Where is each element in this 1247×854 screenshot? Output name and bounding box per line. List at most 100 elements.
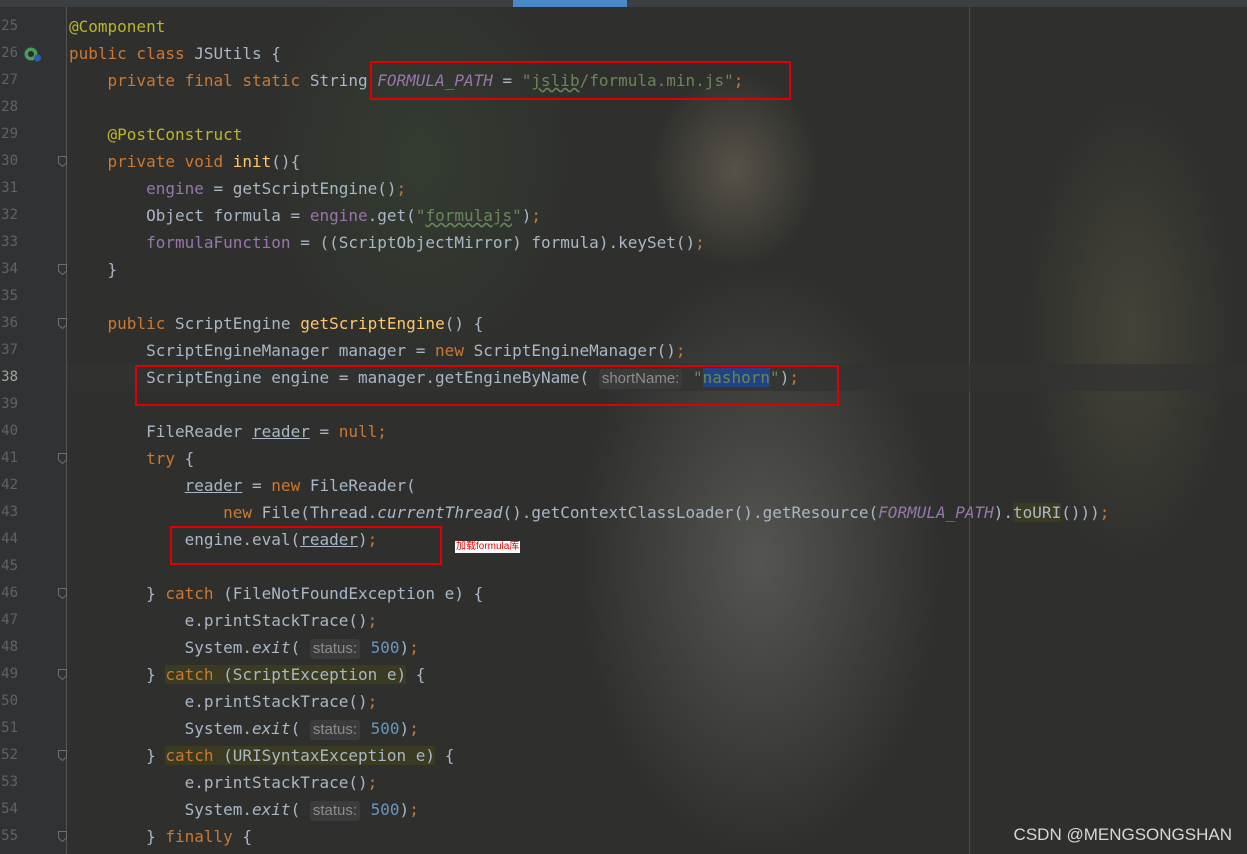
fold-marker-icon[interactable] bbox=[58, 264, 67, 275]
code-token: = bbox=[309, 422, 339, 441]
code-line[interactable]: 53 e.printStackTrace(); bbox=[0, 769, 1247, 796]
code-text[interactable]: } catch (URISyntaxException e) { bbox=[69, 742, 454, 769]
code-line[interactable]: 42 reader = new FileReader( bbox=[0, 472, 1247, 499]
code-text[interactable]: } catch (FileNotFoundException e) { bbox=[69, 580, 483, 607]
code-token: ; bbox=[409, 800, 419, 819]
code-text[interactable]: private void init(){ bbox=[69, 148, 301, 175]
code-token: } bbox=[69, 746, 166, 765]
code-text[interactable]: } bbox=[69, 256, 118, 283]
code-token: ) bbox=[399, 719, 410, 738]
code-line[interactable]: 36 public ScriptEngine getScriptEngine()… bbox=[0, 310, 1247, 337]
code-token: { bbox=[435, 746, 455, 765]
code-token: reader bbox=[184, 476, 243, 495]
code-token: @Component bbox=[69, 17, 166, 36]
code-token: toURI bbox=[1013, 503, 1062, 522]
code-text[interactable]: formulaFunction = ((ScriptObjectMirror) … bbox=[69, 229, 705, 256]
code-text[interactable]: engine = getScriptEngine(); bbox=[69, 175, 406, 202]
code-line[interactable]: 47 e.printStackTrace(); bbox=[0, 607, 1247, 634]
fold-marker-icon[interactable] bbox=[58, 750, 67, 761]
code-line[interactable]: 35 bbox=[0, 283, 1247, 310]
code-text[interactable]: @PostConstruct bbox=[69, 121, 243, 148]
code-text[interactable]: e.printStackTrace(); bbox=[69, 769, 378, 796]
code-token: { bbox=[406, 665, 426, 684]
code-token: exit bbox=[252, 638, 291, 657]
code-token: try bbox=[146, 449, 185, 468]
code-token: catch bbox=[165, 584, 224, 603]
code-token: } bbox=[69, 260, 118, 279]
code-line[interactable]: 40 FileReader reader = null; bbox=[0, 418, 1247, 445]
fold-marker-icon[interactable] bbox=[58, 669, 67, 680]
code-text[interactable]: System.exit( status: 500); bbox=[69, 715, 419, 742]
code-token: (){ bbox=[271, 152, 301, 171]
code-token: reader bbox=[252, 422, 310, 441]
code-text[interactable]: Object formula = engine.get("formulajs")… bbox=[69, 202, 541, 229]
code-line[interactable]: 37 ScriptEngineManager manager = new Scr… bbox=[0, 337, 1247, 364]
code-text[interactable]: public ScriptEngine getScriptEngine() { bbox=[69, 310, 484, 337]
line-number: 33 bbox=[1, 234, 18, 250]
code-text[interactable]: reader = new FileReader( bbox=[69, 472, 416, 499]
line-number: 31 bbox=[1, 180, 18, 196]
line-number: 30 bbox=[1, 153, 18, 169]
code-line[interactable]: 43 new File(Thread.currentThread().getCo… bbox=[0, 499, 1247, 526]
code-token: new bbox=[271, 476, 310, 495]
code-token: (ScriptException e) bbox=[213, 665, 407, 684]
code-token: exit bbox=[252, 800, 291, 819]
line-number: 37 bbox=[1, 342, 18, 358]
code-line[interactable]: 31 engine = getScriptEngine(); bbox=[0, 175, 1247, 202]
code-token: FORMULA_PATH bbox=[878, 503, 994, 522]
code-text[interactable]: public class JSUtils { bbox=[69, 40, 281, 67]
code-text[interactable]: FileReader reader = null; bbox=[69, 418, 387, 445]
code-token: { bbox=[242, 827, 253, 846]
spring-bean-icon[interactable] bbox=[23, 45, 43, 63]
code-token: ScriptEngineManager() bbox=[473, 341, 676, 360]
line-number: 41 bbox=[1, 450, 18, 466]
code-text[interactable]: e.printStackTrace(); bbox=[69, 688, 378, 715]
code-text[interactable]: System.exit( status: 500); bbox=[69, 796, 419, 823]
code-text[interactable]: e.printStackTrace(); bbox=[69, 607, 378, 634]
code-text[interactable]: } catch (ScriptException e) { bbox=[69, 661, 425, 688]
code-line[interactable]: 51 System.exit( status: 500); bbox=[0, 715, 1247, 742]
code-line[interactable]: 34 } bbox=[0, 256, 1247, 283]
code-token: ; bbox=[367, 611, 378, 630]
code-line[interactable]: 49 } catch (ScriptException e) { bbox=[0, 661, 1247, 688]
code-text[interactable]: } finally { bbox=[69, 823, 252, 850]
code-line[interactable]: 29 @PostConstruct bbox=[0, 121, 1247, 148]
code-text[interactable]: System.exit( status: 500); bbox=[69, 634, 419, 661]
fold-marker-icon[interactable] bbox=[58, 156, 67, 167]
code-text[interactable]: ScriptEngineManager manager = new Script… bbox=[69, 337, 686, 364]
fold-marker-icon[interactable] bbox=[58, 588, 67, 599]
line-number: 49 bbox=[1, 666, 18, 682]
code-line[interactable]: 32 Object formula = engine.get("formulaj… bbox=[0, 202, 1247, 229]
line-number: 26 bbox=[1, 45, 18, 61]
code-line[interactable]: 25 @Component bbox=[0, 13, 1247, 40]
code-text[interactable]: new File(Thread.currentThread().getConte… bbox=[69, 499, 1109, 526]
code-text[interactable]: try { bbox=[69, 445, 194, 472]
line-number: 52 bbox=[1, 747, 18, 763]
code-line[interactable]: 54 System.exit( status: 500); bbox=[0, 796, 1247, 823]
highlight-box-engine-name bbox=[135, 365, 839, 406]
code-line[interactable]: 41 try { bbox=[0, 445, 1247, 472]
code-line[interactable]: 30 private void init(){ bbox=[0, 148, 1247, 175]
code-line[interactable]: 52 } catch (URISyntaxException e) { bbox=[0, 742, 1247, 769]
code-token: ( bbox=[290, 800, 310, 819]
line-number: 42 bbox=[1, 477, 18, 493]
code-token: ; bbox=[367, 692, 378, 711]
code-line[interactable]: 46 } catch (FileNotFoundException e) { bbox=[0, 580, 1247, 607]
code-token: ) bbox=[399, 800, 410, 819]
fold-marker-icon[interactable] bbox=[58, 831, 67, 842]
code-line[interactable]: 48 System.exit( status: 500); bbox=[0, 634, 1247, 661]
code-text[interactable]: @Component bbox=[69, 13, 165, 40]
code-token: " bbox=[512, 206, 522, 225]
active-editor-tab[interactable] bbox=[513, 0, 627, 7]
fold-marker-icon[interactable] bbox=[58, 453, 67, 464]
code-token: ScriptEngineManager manager = bbox=[69, 341, 436, 360]
code-line[interactable]: 50 e.printStackTrace(); bbox=[0, 688, 1247, 715]
code-line[interactable]: 33 formulaFunction = ((ScriptObjectMirro… bbox=[0, 229, 1247, 256]
fold-marker-icon[interactable] bbox=[58, 318, 67, 329]
code-token: } bbox=[69, 584, 166, 603]
code-token: ; bbox=[675, 341, 686, 360]
line-number: 38 bbox=[1, 369, 18, 385]
